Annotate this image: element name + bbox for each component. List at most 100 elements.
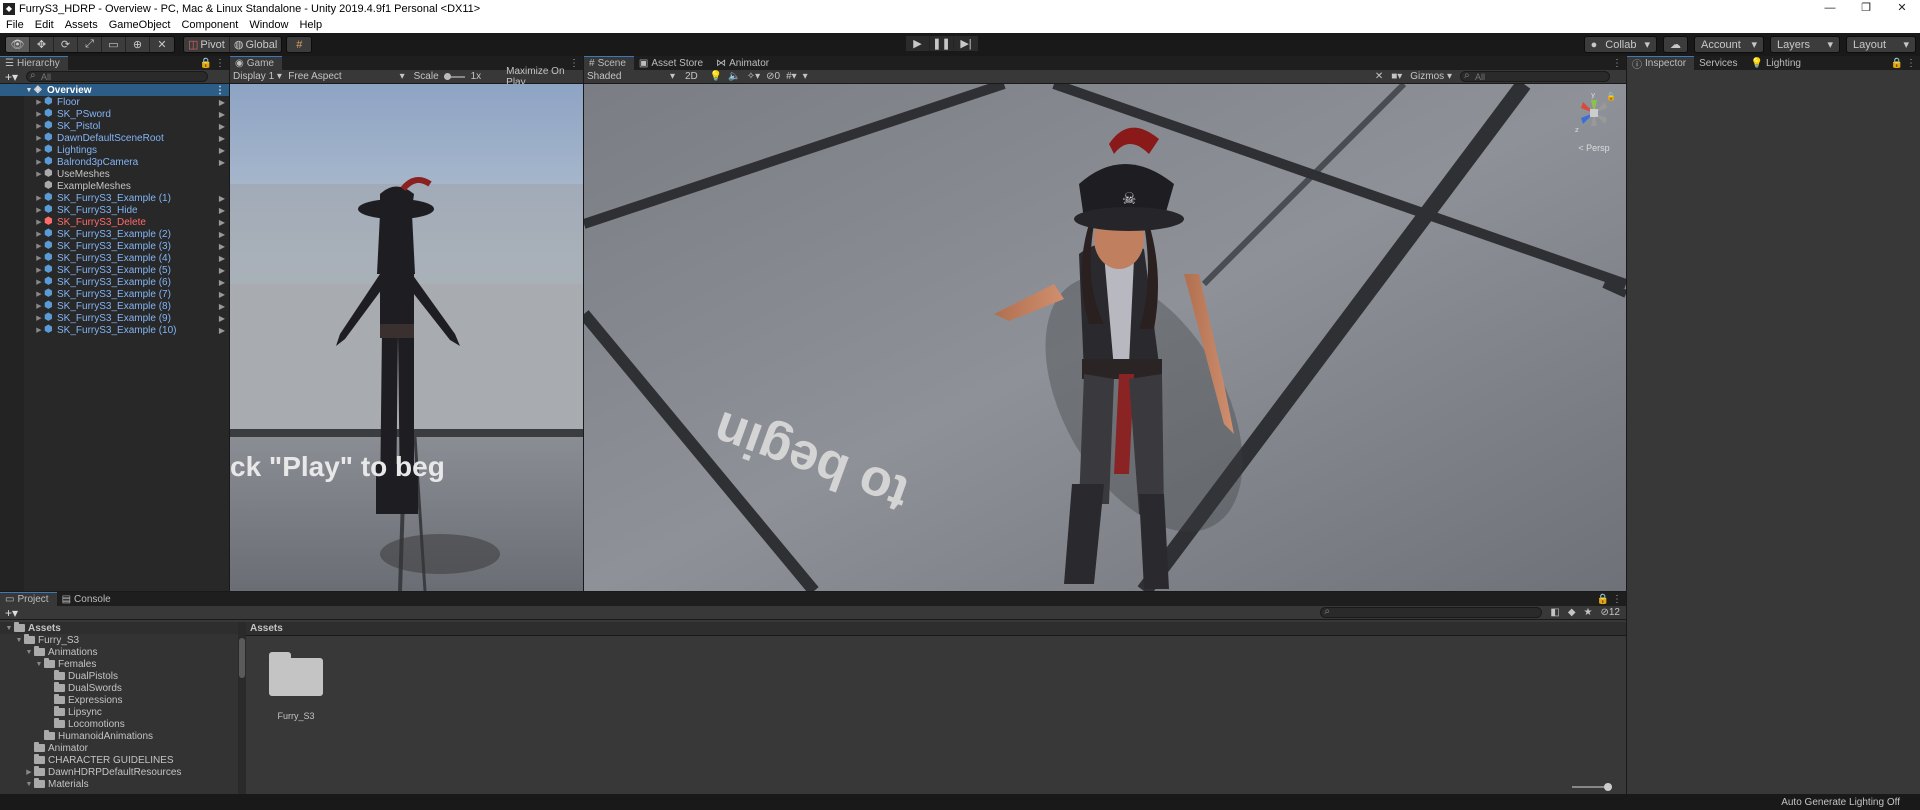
audio-toggle-icon[interactable]: 🔈 bbox=[728, 71, 740, 82]
icon-size-slider[interactable] bbox=[1572, 783, 1612, 791]
expand-arrow-icon[interactable]: ▶ bbox=[34, 122, 44, 130]
lighting-toggle-icon[interactable]: 💡 bbox=[710, 71, 722, 82]
maximize-button[interactable]: ❐ bbox=[1848, 0, 1884, 17]
grid-toggle-icon[interactable]: #▾ bbox=[786, 71, 797, 82]
pause-icon[interactable]: ❚❚ bbox=[930, 36, 954, 51]
effects-toggle-icon[interactable]: ✧▾ bbox=[747, 71, 760, 82]
prefab-open-icon[interactable]: ▶ bbox=[219, 218, 225, 227]
tools-icon[interactable]: ✕ bbox=[1375, 71, 1383, 82]
layers-dropdown[interactable]: Layers ▾ bbox=[1770, 36, 1840, 53]
expand-arrow-icon[interactable]: ▶ bbox=[24, 768, 34, 776]
hierarchy-item[interactable]: ▶ ⬢ SK_FurryS3_Example (7) ▶ bbox=[0, 288, 229, 300]
hierarchy-item[interactable]: ⬢ ExampleMeshes bbox=[0, 180, 229, 192]
create-button[interactable]: +▾ bbox=[5, 70, 18, 84]
prefab-open-icon[interactable]: ▶ bbox=[219, 146, 225, 155]
prefab-open-icon[interactable]: ▶ bbox=[219, 110, 225, 119]
project-folder-item[interactable]: ▼ Animations bbox=[0, 646, 238, 658]
hierarchy-item[interactable]: ▶ ⬢ SK_Pistol ▶ bbox=[0, 120, 229, 132]
expand-arrow-icon[interactable]: ▶ bbox=[34, 134, 44, 142]
tab-game[interactable]: ◉ Game bbox=[230, 56, 282, 70]
project-folder-item[interactable]: Locomotions bbox=[0, 718, 238, 730]
expand-arrow-icon[interactable]: ▶ bbox=[34, 158, 44, 166]
hierarchy-item[interactable]: ▶ ⬢ SK_FurryS3_Example (5) ▶ bbox=[0, 264, 229, 276]
expand-arrow-icon[interactable]: ▶ bbox=[34, 194, 44, 202]
breadcrumb[interactable]: Assets bbox=[246, 622, 1626, 636]
menu-assets[interactable]: Assets bbox=[59, 19, 103, 31]
hierarchy-item[interactable]: ▶ ⬢ Floor ▶ bbox=[0, 96, 229, 108]
prefab-open-icon[interactable]: ▶ bbox=[219, 314, 225, 323]
project-folder-item[interactable]: ▼ Furry_S3 bbox=[0, 634, 238, 646]
menu-edit[interactable]: Edit bbox=[29, 19, 59, 31]
prefab-open-icon[interactable]: ▶ bbox=[219, 242, 225, 251]
expand-arrow-icon[interactable]: ▶ bbox=[34, 206, 44, 214]
project-folder-item[interactable]: CHARACTER GUIDELINES bbox=[0, 754, 238, 766]
expand-arrow-icon[interactable]: ▶ bbox=[34, 254, 44, 262]
expand-arrow-icon[interactable]: ▶ bbox=[34, 230, 44, 238]
rect-tool-icon[interactable]: ▭ bbox=[102, 37, 126, 52]
hierarchy-item[interactable]: ▶ ⬢ SK_PSword ▶ bbox=[0, 108, 229, 120]
hierarchy-item[interactable]: ▶ ⬢ UseMeshes bbox=[0, 168, 229, 180]
project-folder-item[interactable]: ▼ Materials bbox=[0, 778, 238, 790]
aspect-dropdown[interactable]: Free Aspect ▾ bbox=[288, 71, 404, 82]
expand-arrow-icon[interactable]: ▶ bbox=[34, 326, 44, 334]
scale-tool-icon[interactable]: ⤢ bbox=[78, 37, 102, 52]
prefab-open-icon[interactable]: ▶ bbox=[219, 254, 225, 263]
hierarchy-item[interactable]: ▶ ⬢ SK_FurryS3_Example (1) ▶ bbox=[0, 192, 229, 204]
prefab-open-icon[interactable]: ▶ bbox=[219, 326, 225, 335]
hierarchy-item[interactable]: ▶ ⬢ SK_FurryS3_Example (4) ▶ bbox=[0, 252, 229, 264]
2d-toggle[interactable]: 2D bbox=[685, 71, 698, 82]
expand-arrow-icon[interactable]: ▼ bbox=[24, 781, 34, 788]
expand-arrow-icon[interactable]: ▶ bbox=[34, 218, 44, 226]
expand-arrow-icon[interactable]: ▼ bbox=[24, 649, 34, 656]
step-icon[interactable]: ▶| bbox=[954, 36, 978, 51]
tab-services[interactable]: Services bbox=[1694, 56, 1745, 70]
expand-arrow-icon[interactable]: ▶ bbox=[34, 170, 44, 178]
expand-arrow-icon[interactable]: ▶ bbox=[34, 266, 44, 274]
lock-icon[interactable]: 🔒 bbox=[1606, 92, 1616, 101]
filter-type-icon[interactable]: ◧ bbox=[1550, 607, 1559, 618]
project-folder-item[interactable]: Expressions bbox=[0, 694, 238, 706]
hierarchy-item[interactable]: ▶ ⬢ Lightings ▶ bbox=[0, 144, 229, 156]
project-folder-item[interactable]: Lipsync bbox=[0, 706, 238, 718]
move-tool-icon[interactable]: ✥ bbox=[30, 37, 54, 52]
panel-menu-icon[interactable]: 🔒 ⋮ bbox=[200, 58, 225, 69]
prefab-open-icon[interactable]: ▶ bbox=[219, 158, 225, 167]
panel-menu-icon[interactable]: ⋮ bbox=[1612, 58, 1622, 69]
hierarchy-item[interactable]: ▶ ⬢ SK_FurryS3_Example (10) ▶ bbox=[0, 324, 229, 336]
expand-arrow-icon[interactable]: ▶ bbox=[34, 98, 44, 106]
transform-tool-icon[interactable]: ⊕ bbox=[126, 37, 150, 52]
tab-scene[interactable]: # Scene bbox=[584, 56, 634, 70]
tab-inspector[interactable]: ⓘ Inspector bbox=[1627, 56, 1695, 71]
tab-hierarchy[interactable]: ☰ Hierarchy bbox=[0, 56, 68, 70]
prefab-open-icon[interactable]: ▶ bbox=[219, 122, 225, 131]
hierarchy-item[interactable]: ▶ ⬢ SK_FurryS3_Hide ▶ bbox=[0, 204, 229, 216]
scale-slider[interactable] bbox=[443, 72, 465, 80]
row-menu-icon[interactable]: ⋮ bbox=[215, 85, 225, 96]
hierarchy-item[interactable]: ▶ ⬢ Balrond3pCamera ▶ bbox=[0, 156, 229, 168]
collab-dropdown[interactable]: ● Collab ▾ bbox=[1583, 36, 1657, 53]
prefab-open-icon[interactable]: ▶ bbox=[219, 98, 225, 107]
menu-file[interactable]: File bbox=[0, 19, 29, 31]
hierarchy-item[interactable]: ▶ ⬢ SK_FurryS3_Example (6) ▶ bbox=[0, 276, 229, 288]
more-options-icon[interactable]: ▾ bbox=[803, 71, 808, 82]
shading-dropdown[interactable]: Shaded ▾ bbox=[587, 71, 675, 82]
expand-arrow-icon[interactable]: ▶ bbox=[34, 290, 44, 298]
expand-arrow-icon[interactable]: ▶ bbox=[34, 314, 44, 322]
expand-arrow-icon[interactable]: ▼ bbox=[24, 87, 34, 94]
tree-scrollbar[interactable] bbox=[238, 622, 246, 794]
global-toggle[interactable]: ◍ Global bbox=[229, 37, 282, 52]
prefab-open-icon[interactable]: ▶ bbox=[219, 278, 225, 287]
layout-dropdown[interactable]: Layout ▾ bbox=[1846, 36, 1916, 53]
projection-toggle[interactable]: < Persp bbox=[1569, 143, 1619, 153]
filter-label-icon[interactable]: ◆ bbox=[1568, 607, 1576, 618]
prefab-open-icon[interactable]: ▶ bbox=[219, 290, 225, 299]
hierarchy-item[interactable]: ▶ ⬢ SK_FurryS3_Example (8) ▶ bbox=[0, 300, 229, 312]
expand-arrow-icon[interactable]: ▶ bbox=[34, 146, 44, 154]
display-dropdown[interactable]: Display 1 ▾ bbox=[233, 71, 288, 82]
camera-icon[interactable]: ■▾ bbox=[1391, 71, 1402, 82]
prefab-open-icon[interactable]: ▶ bbox=[219, 230, 225, 239]
scene-search-input[interactable]: All bbox=[1460, 70, 1610, 82]
account-dropdown[interactable]: Account ▾ bbox=[1694, 36, 1764, 53]
hierarchy-item[interactable]: ▶ ⬢ SK_FurryS3_Example (3) ▶ bbox=[0, 240, 229, 252]
panel-menu-icon[interactable]: 🔒 ⋮ bbox=[1891, 58, 1916, 69]
